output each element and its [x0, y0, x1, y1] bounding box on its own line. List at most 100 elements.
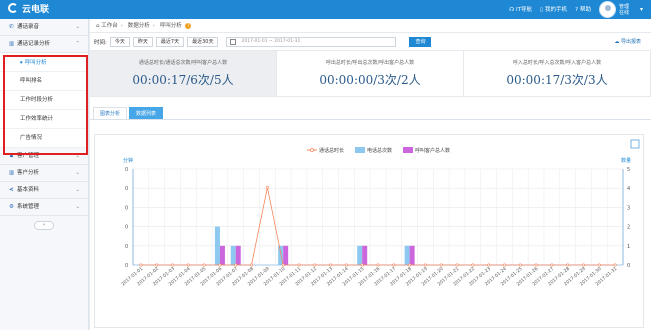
right-tick-label: 5	[627, 167, 630, 173]
right-tick-label: 0	[627, 263, 630, 269]
chart-line-point	[439, 263, 443, 267]
sidebar-item-call-recording[interactable]: ✆ 通话录音 ⌄	[0, 19, 88, 36]
breadcrumb: ⌂ 工作台 › 数据分析 › 呼叫分析 ?	[90, 19, 651, 33]
user-menu[interactable]: 管理 在线 ▾	[598, 1, 643, 18]
chart-bar	[409, 245, 415, 265]
chart-line-point	[534, 263, 538, 267]
chart-line-point	[613, 263, 617, 267]
sidebar-item-customer-management[interactable]: ♟ 客户管理 ⌄	[0, 148, 88, 165]
chevron-down-icon: ⌄	[75, 153, 80, 159]
call-analysis-chart: 通话总时长 电话总次数 呼叫客户总人数 分钟 数量 0 1 2 3 4 5 0 0 0 0 0 0 2017-01…	[94, 134, 644, 328]
group-icon: ♟	[9, 153, 14, 159]
app-brand[interactable]: 云电联	[8, 3, 49, 17]
chart-line-point	[265, 185, 269, 189]
chart-line-point	[550, 263, 554, 267]
left-tick-label: 0	[125, 167, 128, 173]
chart-bar	[404, 245, 410, 265]
chart-bar	[235, 245, 241, 265]
legend-label: 电话总次数	[367, 147, 392, 154]
right-tick-label: 3	[627, 205, 630, 211]
sidebar-item-call-analysis[interactable]: ▥ 通话记录分析 ⌃	[0, 36, 88, 53]
phone-icon: ✆	[9, 24, 14, 30]
legend-swatch-bar	[403, 147, 413, 153]
chart-line-point	[487, 263, 491, 267]
stat-incoming: 呼入总时长/呼入总次数/呼入客户总人数 00:00:17/3次/3人	[464, 51, 651, 96]
chart-line-point	[581, 263, 585, 267]
breadcrumb-data-analysis[interactable]: 数据分析	[128, 23, 150, 29]
chevron-down-icon: ⌄	[75, 204, 80, 210]
chevron-up-icon: ⌃	[75, 41, 80, 47]
left-tick-label: 0	[125, 186, 128, 192]
bar-chart-icon: ▥	[9, 41, 15, 47]
sidebar-subitem-call-ranking[interactable]: 呼叫排名	[0, 72, 88, 91]
chart-line-point	[392, 263, 396, 267]
chart-line-point	[186, 263, 190, 267]
my-phone-link[interactable]: ▯ 我的手机	[540, 5, 567, 13]
sidebar-item-system-management[interactable]: ⚙ 系统管理 ⌄	[0, 199, 88, 216]
chart-line-point	[139, 263, 143, 267]
user-status: 在线	[618, 9, 629, 16]
chart-line-point	[313, 263, 317, 267]
last-30-days-button[interactable]: 最近30天	[187, 36, 219, 47]
chart-line-point	[566, 263, 570, 267]
left-tick-label: 0	[125, 225, 128, 231]
chart-line-point	[423, 263, 427, 267]
chart-line-point	[250, 263, 254, 267]
sidebar-subitem-work-period[interactable]: 工作时段分析	[0, 91, 88, 110]
last-7-days-button[interactable]: 最近7天	[155, 36, 185, 47]
view-tabs: 图表分析 数据列表	[90, 102, 651, 120]
query-button[interactable]: 查询	[409, 36, 432, 47]
gears-icon: ⚙	[9, 204, 14, 210]
right-tick-label: 4	[627, 186, 630, 192]
chevron-down-icon: ⌄	[75, 24, 80, 30]
calendar-icon	[230, 38, 237, 45]
app-title: 云电联	[22, 5, 50, 15]
yesterday-button[interactable]: 昨天	[132, 36, 153, 47]
bar-chart-icon: ▥	[9, 170, 15, 176]
chart-line-point	[344, 263, 348, 267]
right-axis-label: 数量	[621, 157, 631, 164]
chart-line-point	[202, 263, 206, 267]
stats-panel: 通话总时长/通话总次数/呼叫客户总人数 00:00:17/6次/5人 呼出总时长/…	[90, 51, 651, 97]
chart-line-point	[455, 263, 459, 267]
chart-line-point	[234, 263, 238, 267]
today-button[interactable]: 今天	[109, 36, 130, 47]
help-link[interactable]: ? 帮助	[575, 5, 591, 13]
chart-line-point	[597, 263, 601, 267]
sidebar-item-basic-info[interactable]: ≺ 基本资料 ⌄	[0, 182, 88, 199]
sidebar-subitem-ads[interactable]: 广告情况	[0, 129, 88, 148]
export-report-link[interactable]: ☁ 导出报表	[614, 38, 641, 45]
tab-data-list[interactable]: 数据列表	[129, 107, 164, 119]
sidebar-subitem-call-analysis[interactable]: 呼叫分析	[0, 53, 88, 72]
chart-bar	[283, 245, 289, 265]
sidebar-subitem-work-efficiency[interactable]: 工作效率统计	[0, 110, 88, 129]
main-content: ⌂ 工作台 › 数据分析 › 呼叫分析 ? 时间: 今天 昨天 最近7天 最近30天…	[90, 19, 651, 330]
stat-total: 通话总时长/通话总次数/呼叫客户总人数 00:00:17/6次/5人	[90, 51, 277, 96]
mobile-icon: ▯	[540, 7, 544, 13]
tab-chart-analysis[interactable]: 图表分析	[93, 107, 128, 119]
chart-bar	[214, 226, 220, 265]
sidebar-item-customer-analysis[interactable]: ▥ 客户分析 ⌄	[0, 165, 88, 182]
help-icon: ?	[575, 7, 578, 13]
legend-label: 呼叫客户总人数	[415, 147, 450, 154]
top-bar: 云电联 ☊ IT导航 ▯ 我的手机 ? 帮助 管理 在线 ▾	[0, 0, 651, 19]
breadcrumb-home[interactable]: 工作台	[101, 23, 118, 29]
chart-line-point	[471, 263, 475, 267]
chart-line-point	[329, 263, 333, 267]
headset-nav-link[interactable]: ☊ IT导航	[509, 5, 532, 13]
filter-bar: 时间: 今天 昨天 最近7天 最近30天 2017-01-01 ~ 2017-0…	[90, 33, 651, 51]
chart-line-point	[360, 263, 364, 267]
legend-label: 通话总时长	[319, 147, 344, 154]
sidebar-collapse-button[interactable]: «	[34, 221, 54, 230]
chart-line-point	[218, 263, 222, 267]
chart-line-point	[155, 263, 159, 267]
chart-line-point	[502, 263, 506, 267]
chevron-down-icon: ⌄	[75, 170, 80, 176]
chevron-down-icon: ▾	[639, 6, 643, 13]
avatar	[598, 1, 616, 18]
left-tick-label: 0	[125, 205, 128, 211]
help-icon[interactable]: ?	[185, 23, 192, 29]
share-icon: ≺	[9, 187, 14, 193]
date-range-input[interactable]: 2017-01-01 ~ 2017-01-31	[226, 36, 397, 47]
left-tick-label: 0	[125, 244, 128, 250]
